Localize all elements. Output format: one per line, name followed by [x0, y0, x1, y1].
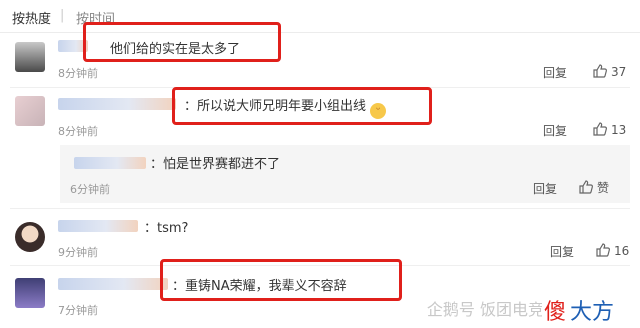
comment-text: ：怕是世界赛都进不了 [150, 157, 281, 172]
comment-time: 8分钟前 [58, 125, 98, 138]
divider [10, 208, 630, 209]
sub-reply: ：怕是世界赛都进不了 6分钟前 回复 赞 [60, 145, 630, 203]
thumbs-up-icon [593, 64, 607, 78]
logo-char-a: 傻 [544, 300, 567, 325]
username-blurred[interactable] [58, 278, 168, 290]
comment-item: 他们给的实在是太多了 8分钟前 回复 37 [0, 22, 640, 87]
comment-item: ：所以说大师兄明年要小组出线 ᵕ 8分钟前 回复 13 [0, 87, 640, 143]
like-count: 16 [614, 244, 630, 258]
comment-time: 9分钟前 [58, 246, 98, 259]
comment-time: 8分钟前 [58, 67, 98, 80]
sort-by-hot[interactable]: 按热度 [12, 8, 51, 27]
like-count: 37 [611, 65, 627, 79]
reply-button[interactable]: 回复 [533, 180, 557, 197]
username-blurred[interactable] [58, 220, 138, 232]
like-button[interactable]: 赞 [578, 179, 609, 196]
thumbs-up-icon [593, 122, 607, 136]
watermark-text: 企鹅号 饭团电竞 [426, 300, 544, 319]
avatar[interactable] [15, 222, 45, 252]
thumbs-up-icon [596, 243, 610, 257]
reply-button[interactable]: 回复 [550, 243, 574, 260]
highlight-box [83, 22, 281, 62]
comment-time: 6分钟前 [70, 183, 110, 196]
sort-separator: | [60, 8, 65, 23]
highlight-box [172, 87, 432, 125]
watermark-logo: 傻 大方 [542, 292, 628, 326]
like-button[interactable]: 37 [592, 63, 626, 79]
comment-time: 7分钟前 [58, 304, 98, 317]
like-label: 赞 [597, 181, 610, 195]
like-button[interactable]: 13 [592, 121, 626, 137]
avatar[interactable] [15, 96, 45, 126]
highlight-box [160, 259, 402, 301]
logo-char-b: 大方 [570, 300, 615, 325]
username-blurred[interactable] [58, 98, 176, 110]
like-button[interactable]: 16 [595, 242, 629, 258]
avatar[interactable] [15, 278, 45, 308]
reply-button[interactable]: 回复 [543, 122, 567, 139]
comment-text: ：tsm? [144, 221, 189, 236]
reply-button[interactable]: 回复 [543, 64, 567, 81]
comment-item: ：tsm? 9分钟前 回复 16 [0, 210, 640, 264]
username-blurred[interactable] [74, 157, 146, 169]
avatar[interactable] [15, 42, 45, 72]
like-count: 13 [611, 123, 627, 137]
thumbs-up-icon [579, 180, 593, 194]
